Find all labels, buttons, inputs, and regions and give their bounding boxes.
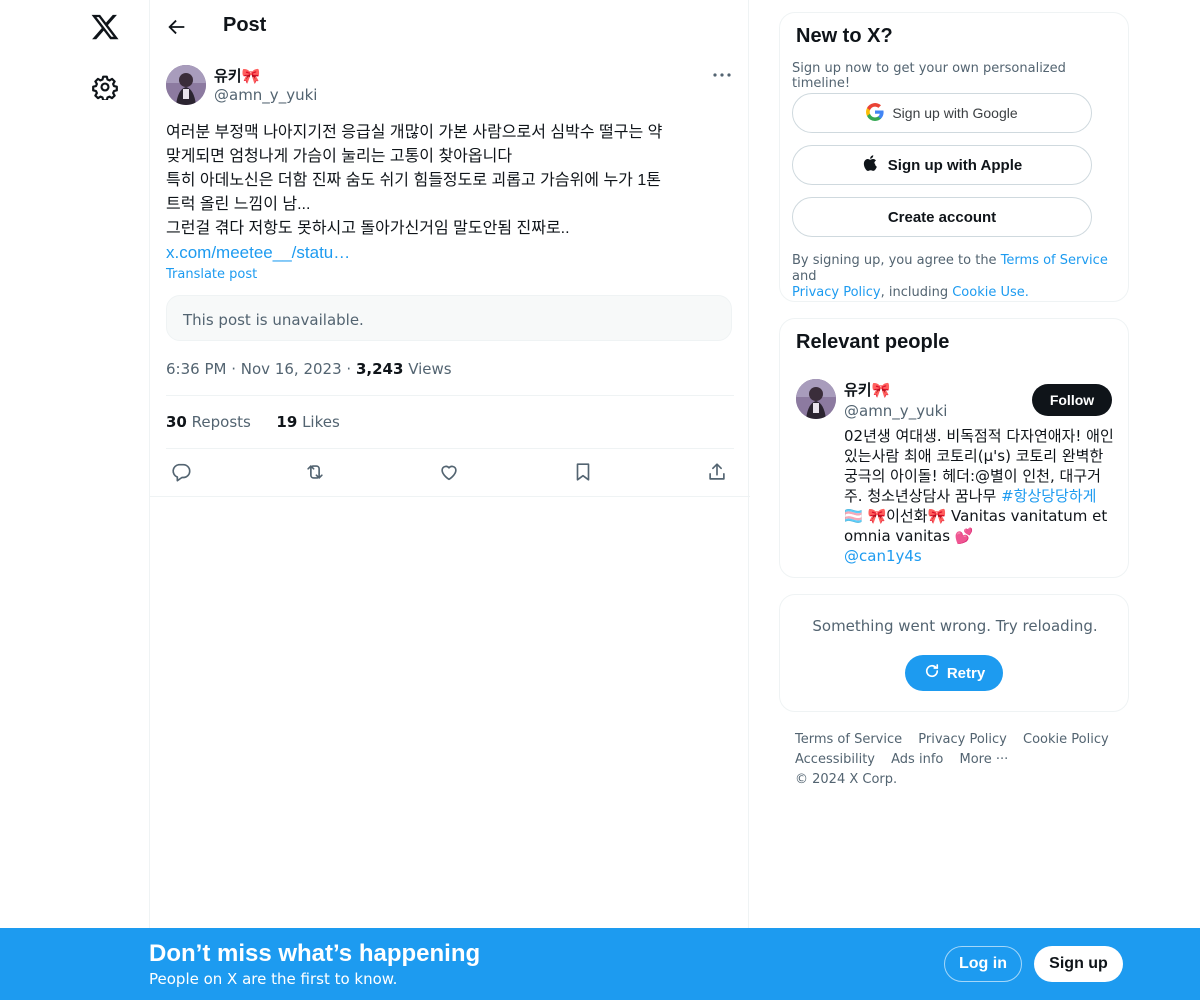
likes-stat[interactable]: 19 Likes xyxy=(276,413,339,431)
post-time[interactable]: 6:36 PM xyxy=(166,360,226,378)
signup-card: New to X? Sign up now to get your own pe… xyxy=(779,12,1129,302)
follow-button[interactable]: Follow xyxy=(1032,384,1112,416)
post-text-line: 맞게되면 엄청나게 가슴이 눌리는 고통이 찾아옵니다 xyxy=(166,148,513,165)
reposts-count: 30 xyxy=(166,413,187,431)
apple-icon xyxy=(862,154,880,176)
refresh-icon xyxy=(923,662,941,684)
repost-icon[interactable] xyxy=(304,461,328,485)
footer-terms-link[interactable]: Terms of Service xyxy=(795,732,902,747)
reposts-label: Reposts xyxy=(191,413,251,431)
login-banner: Don’t miss what’s happening People on X … xyxy=(0,928,1200,1000)
post-text-line: 특히 아데노신은 더함 진짜 숨도 쉬기 힘들정도로 괴롭고 가슴위에 누가 1… xyxy=(166,172,661,189)
terms-link[interactable]: Terms of Service xyxy=(1001,253,1108,268)
post-header: Post xyxy=(150,0,750,53)
footer-copyright: © 2024 X Corp. xyxy=(795,772,898,787)
post-actions xyxy=(150,458,750,488)
error-message: Something went wrong. Try reloading. xyxy=(812,617,1098,635)
reposts-stat[interactable]: 30 Reposts xyxy=(166,413,251,431)
main-column: Post 유키🎀 @amn_y_yuki 여러분 부정맥 나아지기전 응급실 개… xyxy=(149,0,750,1000)
legal-prefix: By signing up, you agree to the xyxy=(792,253,1001,268)
likes-label: Likes xyxy=(302,413,340,431)
quoted-post-unavailable: This post is unavailable. xyxy=(166,295,732,341)
signup-card-title: New to X? xyxy=(796,25,893,47)
page-title: Post xyxy=(223,14,267,36)
left-nav xyxy=(0,0,150,1000)
cookie-use-link[interactable]: Cookie Use. xyxy=(952,285,1029,300)
translate-post-link[interactable]: Translate post xyxy=(166,267,257,282)
like-heart-icon[interactable] xyxy=(438,461,462,485)
meta-separator: · xyxy=(231,360,241,378)
bio-text: 🏳️‍⚧️ 🎀이선화🎀 Vanitas vanitatum et omnia v… xyxy=(844,507,1108,545)
signup-google-button[interactable]: Sign up with Google xyxy=(792,93,1092,133)
post-text-line: 여러분 부정맥 나아지기전 응급실 개많이 가본 사람으로서 심박수 떨구는 약 xyxy=(166,124,663,141)
divider xyxy=(166,448,734,449)
bio-hashtag[interactable]: #항상당당하게 xyxy=(1001,487,1096,505)
post-date[interactable]: Nov 16, 2023 xyxy=(241,360,342,378)
login-button[interactable]: Log in xyxy=(944,946,1022,982)
back-arrow-icon[interactable] xyxy=(166,16,188,38)
divider xyxy=(150,496,750,497)
post-link[interactable]: x.com/meetee__/statu… xyxy=(166,241,736,265)
author-name[interactable]: 유키🎀 xyxy=(214,65,260,86)
post-stats: 30 Reposts 19 Likes xyxy=(166,413,340,431)
relevant-person-handle[interactable]: @amn_y_yuki xyxy=(844,402,947,420)
banner-title: Don’t miss what’s happening xyxy=(149,940,481,967)
views-label: Views xyxy=(408,360,452,378)
banner-subtitle: People on X are the first to know. xyxy=(149,970,398,988)
unavailable-text: This post is unavailable. xyxy=(183,311,364,329)
footer-cookie-link[interactable]: Cookie Policy xyxy=(1023,732,1109,747)
signup-apple-label: Sign up with Apple xyxy=(887,156,1023,174)
footer-links: Terms of Service Privacy Policy Cookie P… xyxy=(795,730,1125,790)
reply-icon[interactable] xyxy=(170,461,194,485)
legal-and: and xyxy=(792,269,817,284)
divider xyxy=(166,395,734,396)
relevant-people-card: Relevant people 유키🎀 @amn_y_yuki Follow 0… xyxy=(779,318,1129,578)
bio-mention[interactable]: @can1y4s xyxy=(844,547,922,565)
create-account-button[interactable]: Create account xyxy=(792,197,1092,237)
post-meta: 6:36 PM · Nov 16, 2023 · 3,243 Views xyxy=(166,360,452,378)
signup-legal-text: By signing up, you agree to the Terms of… xyxy=(792,253,1122,301)
footer-ads-link[interactable]: Ads info xyxy=(891,752,943,767)
views-count: 3,243 xyxy=(355,360,404,378)
signup-apple-button[interactable]: Sign up with Apple xyxy=(792,145,1092,185)
settings-gear-icon[interactable] xyxy=(92,74,118,102)
legal-including: , including xyxy=(880,285,953,300)
bookmark-icon[interactable] xyxy=(572,461,596,485)
x-logo-icon[interactable] xyxy=(90,12,120,42)
footer-privacy-link[interactable]: Privacy Policy xyxy=(918,732,1007,747)
more-options-icon[interactable] xyxy=(710,67,734,83)
relevant-person-bio: 02년생 여대생. 비독점적 다자연애자! 애인있는사람 최애 코토리(μ's)… xyxy=(844,426,1114,566)
share-icon[interactable] xyxy=(706,461,730,485)
error-card: Something went wrong. Try reloading. Ret… xyxy=(779,594,1129,712)
relevant-people-title: Relevant people xyxy=(796,331,950,353)
footer-more-link[interactable]: More ··· xyxy=(959,752,1008,767)
author-handle[interactable]: @amn_y_yuki xyxy=(214,86,317,104)
privacy-link[interactable]: Privacy Policy xyxy=(792,285,881,300)
post-text-line: 그런걸 겪다 저항도 못하시고 돌아가신거임 말도안됨 진짜로.. xyxy=(166,220,570,237)
signup-card-subtitle: Sign up now to get your own personalized… xyxy=(792,61,1066,91)
post-text-line: 트럭 올린 느낌이 남... xyxy=(166,196,311,213)
likes-count: 19 xyxy=(276,413,298,431)
avatar[interactable] xyxy=(796,379,836,419)
relevant-person-name[interactable]: 유키🎀 xyxy=(844,379,890,400)
post-body: 여러분 부정맥 나아지기전 응급실 개많이 가본 사람으로서 심박수 떨구는 약… xyxy=(166,121,736,265)
signup-google-label: Sign up with Google xyxy=(892,105,1018,121)
meta-separator: · xyxy=(346,360,356,378)
signup-button[interactable]: Sign up xyxy=(1034,946,1123,982)
google-icon xyxy=(866,102,884,124)
retry-label: Retry xyxy=(946,664,986,682)
footer-accessibility-link[interactable]: Accessibility xyxy=(795,752,875,767)
avatar[interactable] xyxy=(166,65,206,105)
retry-button[interactable]: Retry xyxy=(905,655,1003,691)
